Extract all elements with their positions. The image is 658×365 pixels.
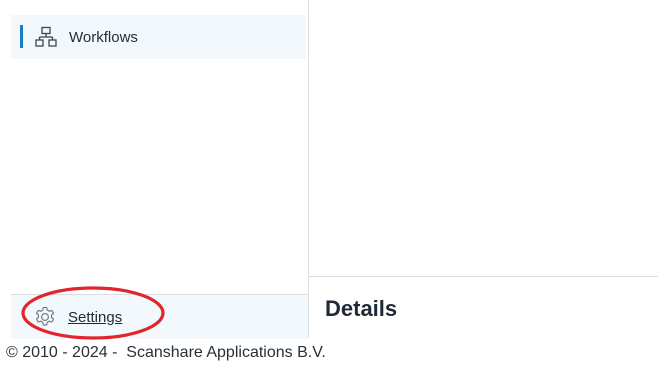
gear-icon xyxy=(35,306,55,326)
workflow-icon xyxy=(35,26,57,47)
settings-link[interactable]: Settings xyxy=(33,303,122,331)
sidebar-item-label: Workflows xyxy=(69,29,138,46)
active-indicator xyxy=(20,25,23,48)
settings-label: Settings xyxy=(68,308,123,326)
sidebar-item-workflows[interactable]: Workflows xyxy=(11,15,306,59)
copyright-footer: © 2010 - 2024 - Scanshare Applications B… xyxy=(6,344,326,361)
content-pane xyxy=(309,0,658,276)
details-divider xyxy=(309,276,658,277)
app-window: Workflows Settings Details © 2010 - 2024… xyxy=(0,0,658,365)
settings-footer: Settings xyxy=(11,294,308,339)
sidebar: Workflows xyxy=(0,0,309,338)
details-title: Details xyxy=(325,296,398,321)
